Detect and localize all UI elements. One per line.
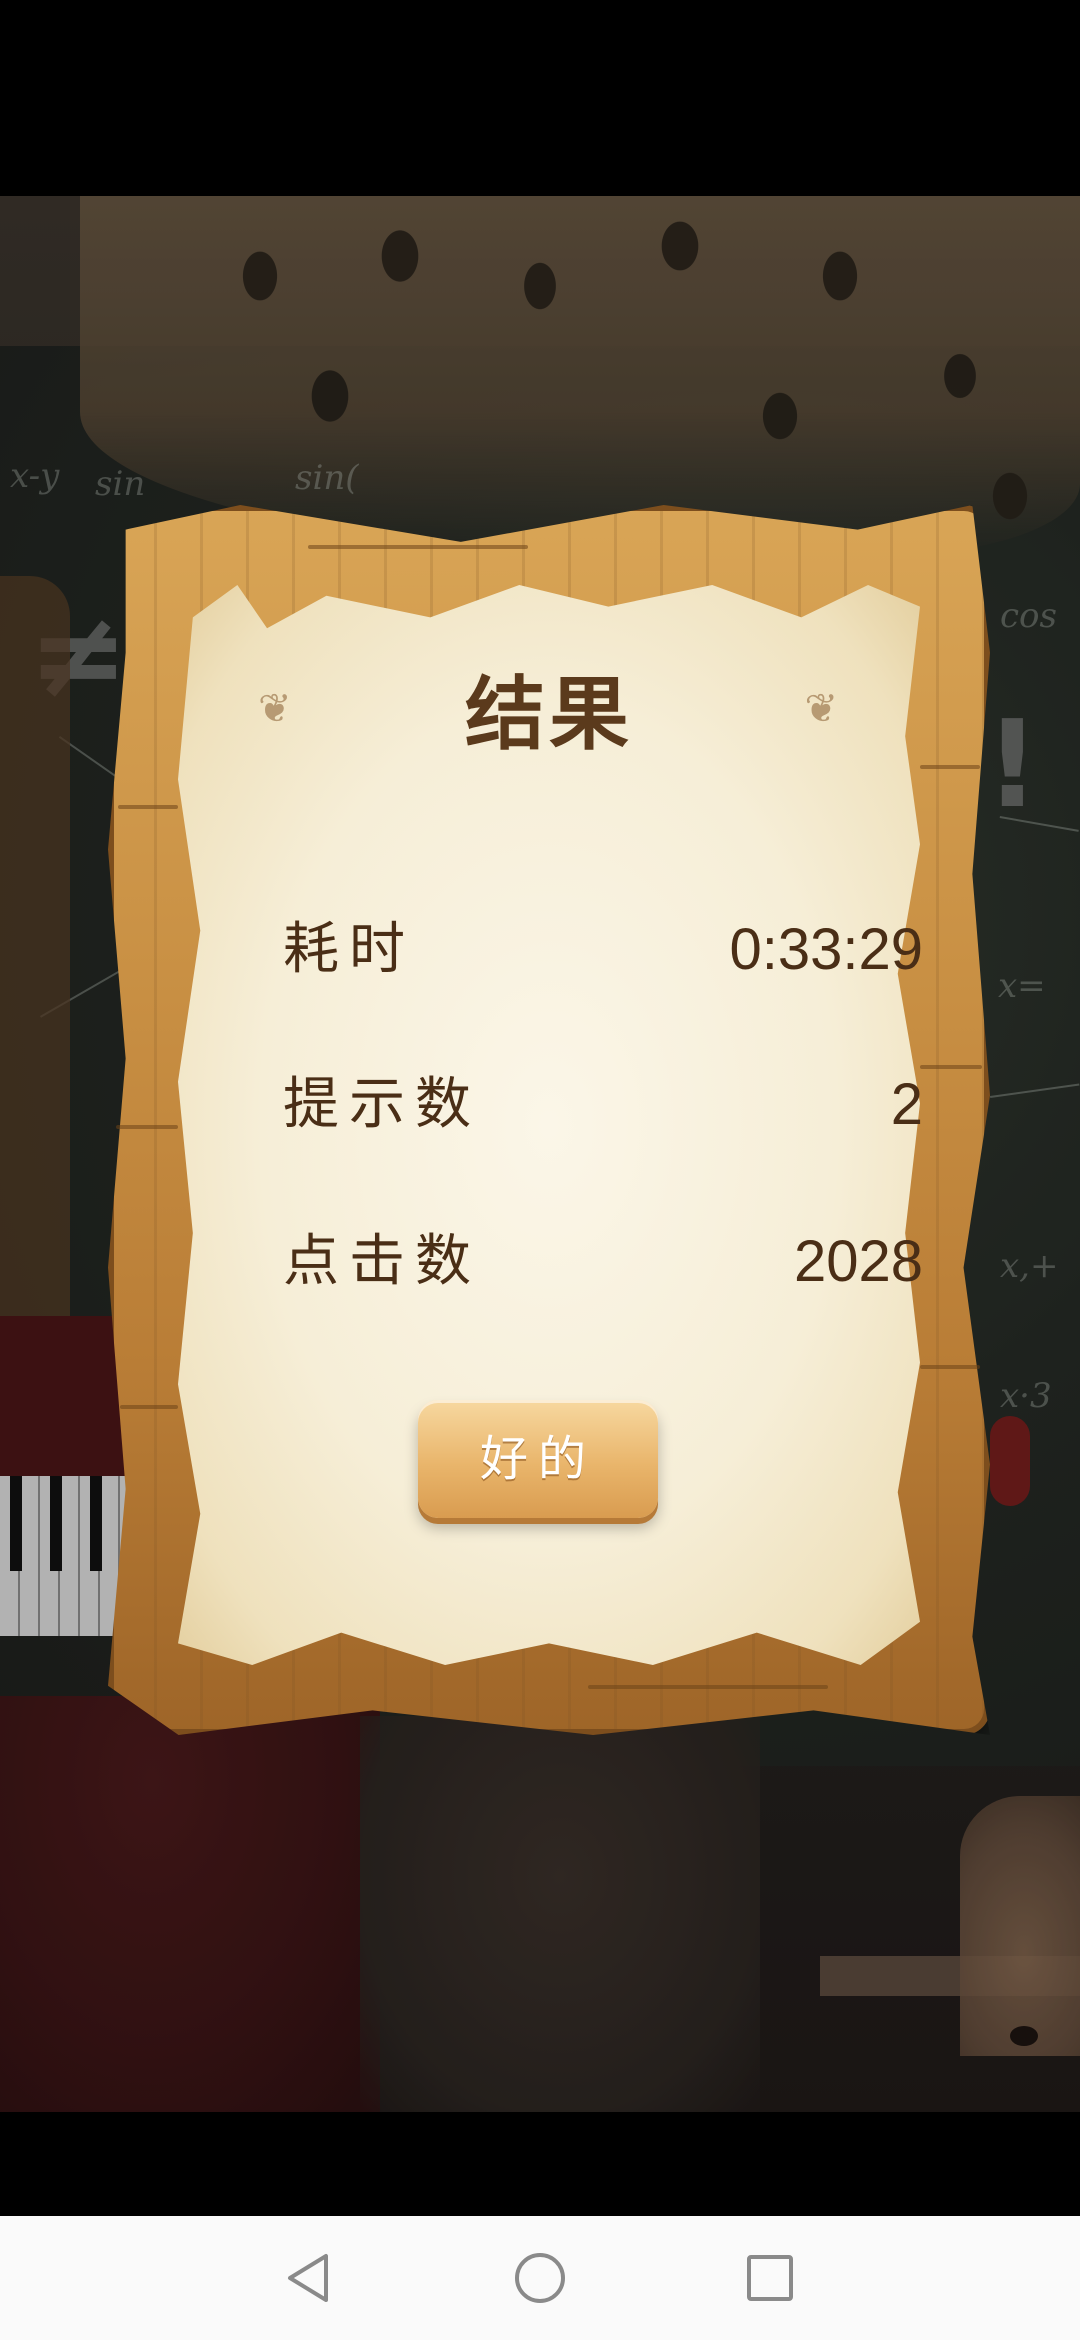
stat-row-time: 耗时 0:33:29	[283, 905, 923, 995]
wood-plank-line	[118, 805, 178, 809]
game-screen: x-y sin sin( cos x= x,+ x·3 ≠ ! ❦ ❦ 结果 耗…	[0, 0, 1080, 2340]
system-navigation-bar	[0, 2216, 1080, 2340]
stat-value: 2	[890, 1072, 923, 1137]
dialog-title: 结果	[465, 668, 633, 761]
home-icon	[515, 2253, 565, 2303]
stat-row-hints: 提示数 2	[283, 1060, 923, 1150]
wood-plank-line	[120, 1405, 178, 1409]
wood-plank-line	[920, 1365, 980, 1369]
stat-value: 0:33:29	[729, 917, 923, 982]
stat-row-clicks: 点击数 2028	[283, 1217, 923, 1307]
stat-value: 2028	[793, 1229, 923, 1294]
ok-button[interactable]: 好的	[418, 1400, 658, 1518]
wood-plank-line	[588, 1685, 828, 1689]
ok-button-label: 好的	[479, 1431, 596, 1487]
back-icon	[288, 2254, 328, 2302]
wood-plank-line	[920, 1065, 982, 1069]
stat-label: 耗时	[283, 917, 415, 982]
wood-plank-line	[116, 1125, 178, 1129]
dialog-title-row: 结果	[108, 650, 990, 766]
home-button[interactable]	[470, 2216, 610, 2340]
back-button[interactable]	[240, 2216, 380, 2340]
result-dialog: ❦ ❦ 结果 耗时 0:33:29 提示数 2 点击数 2028 好的	[108, 505, 990, 1735]
recent-apps-icon	[747, 2255, 793, 2301]
bottom-black-strip	[0, 2112, 1080, 2216]
stat-label: 点击数	[283, 1229, 481, 1294]
status-bar-area	[0, 0, 1080, 196]
recent-apps-button[interactable]	[700, 2216, 840, 2340]
wood-plank-line	[308, 545, 528, 549]
stat-label: 提示数	[283, 1072, 481, 1137]
